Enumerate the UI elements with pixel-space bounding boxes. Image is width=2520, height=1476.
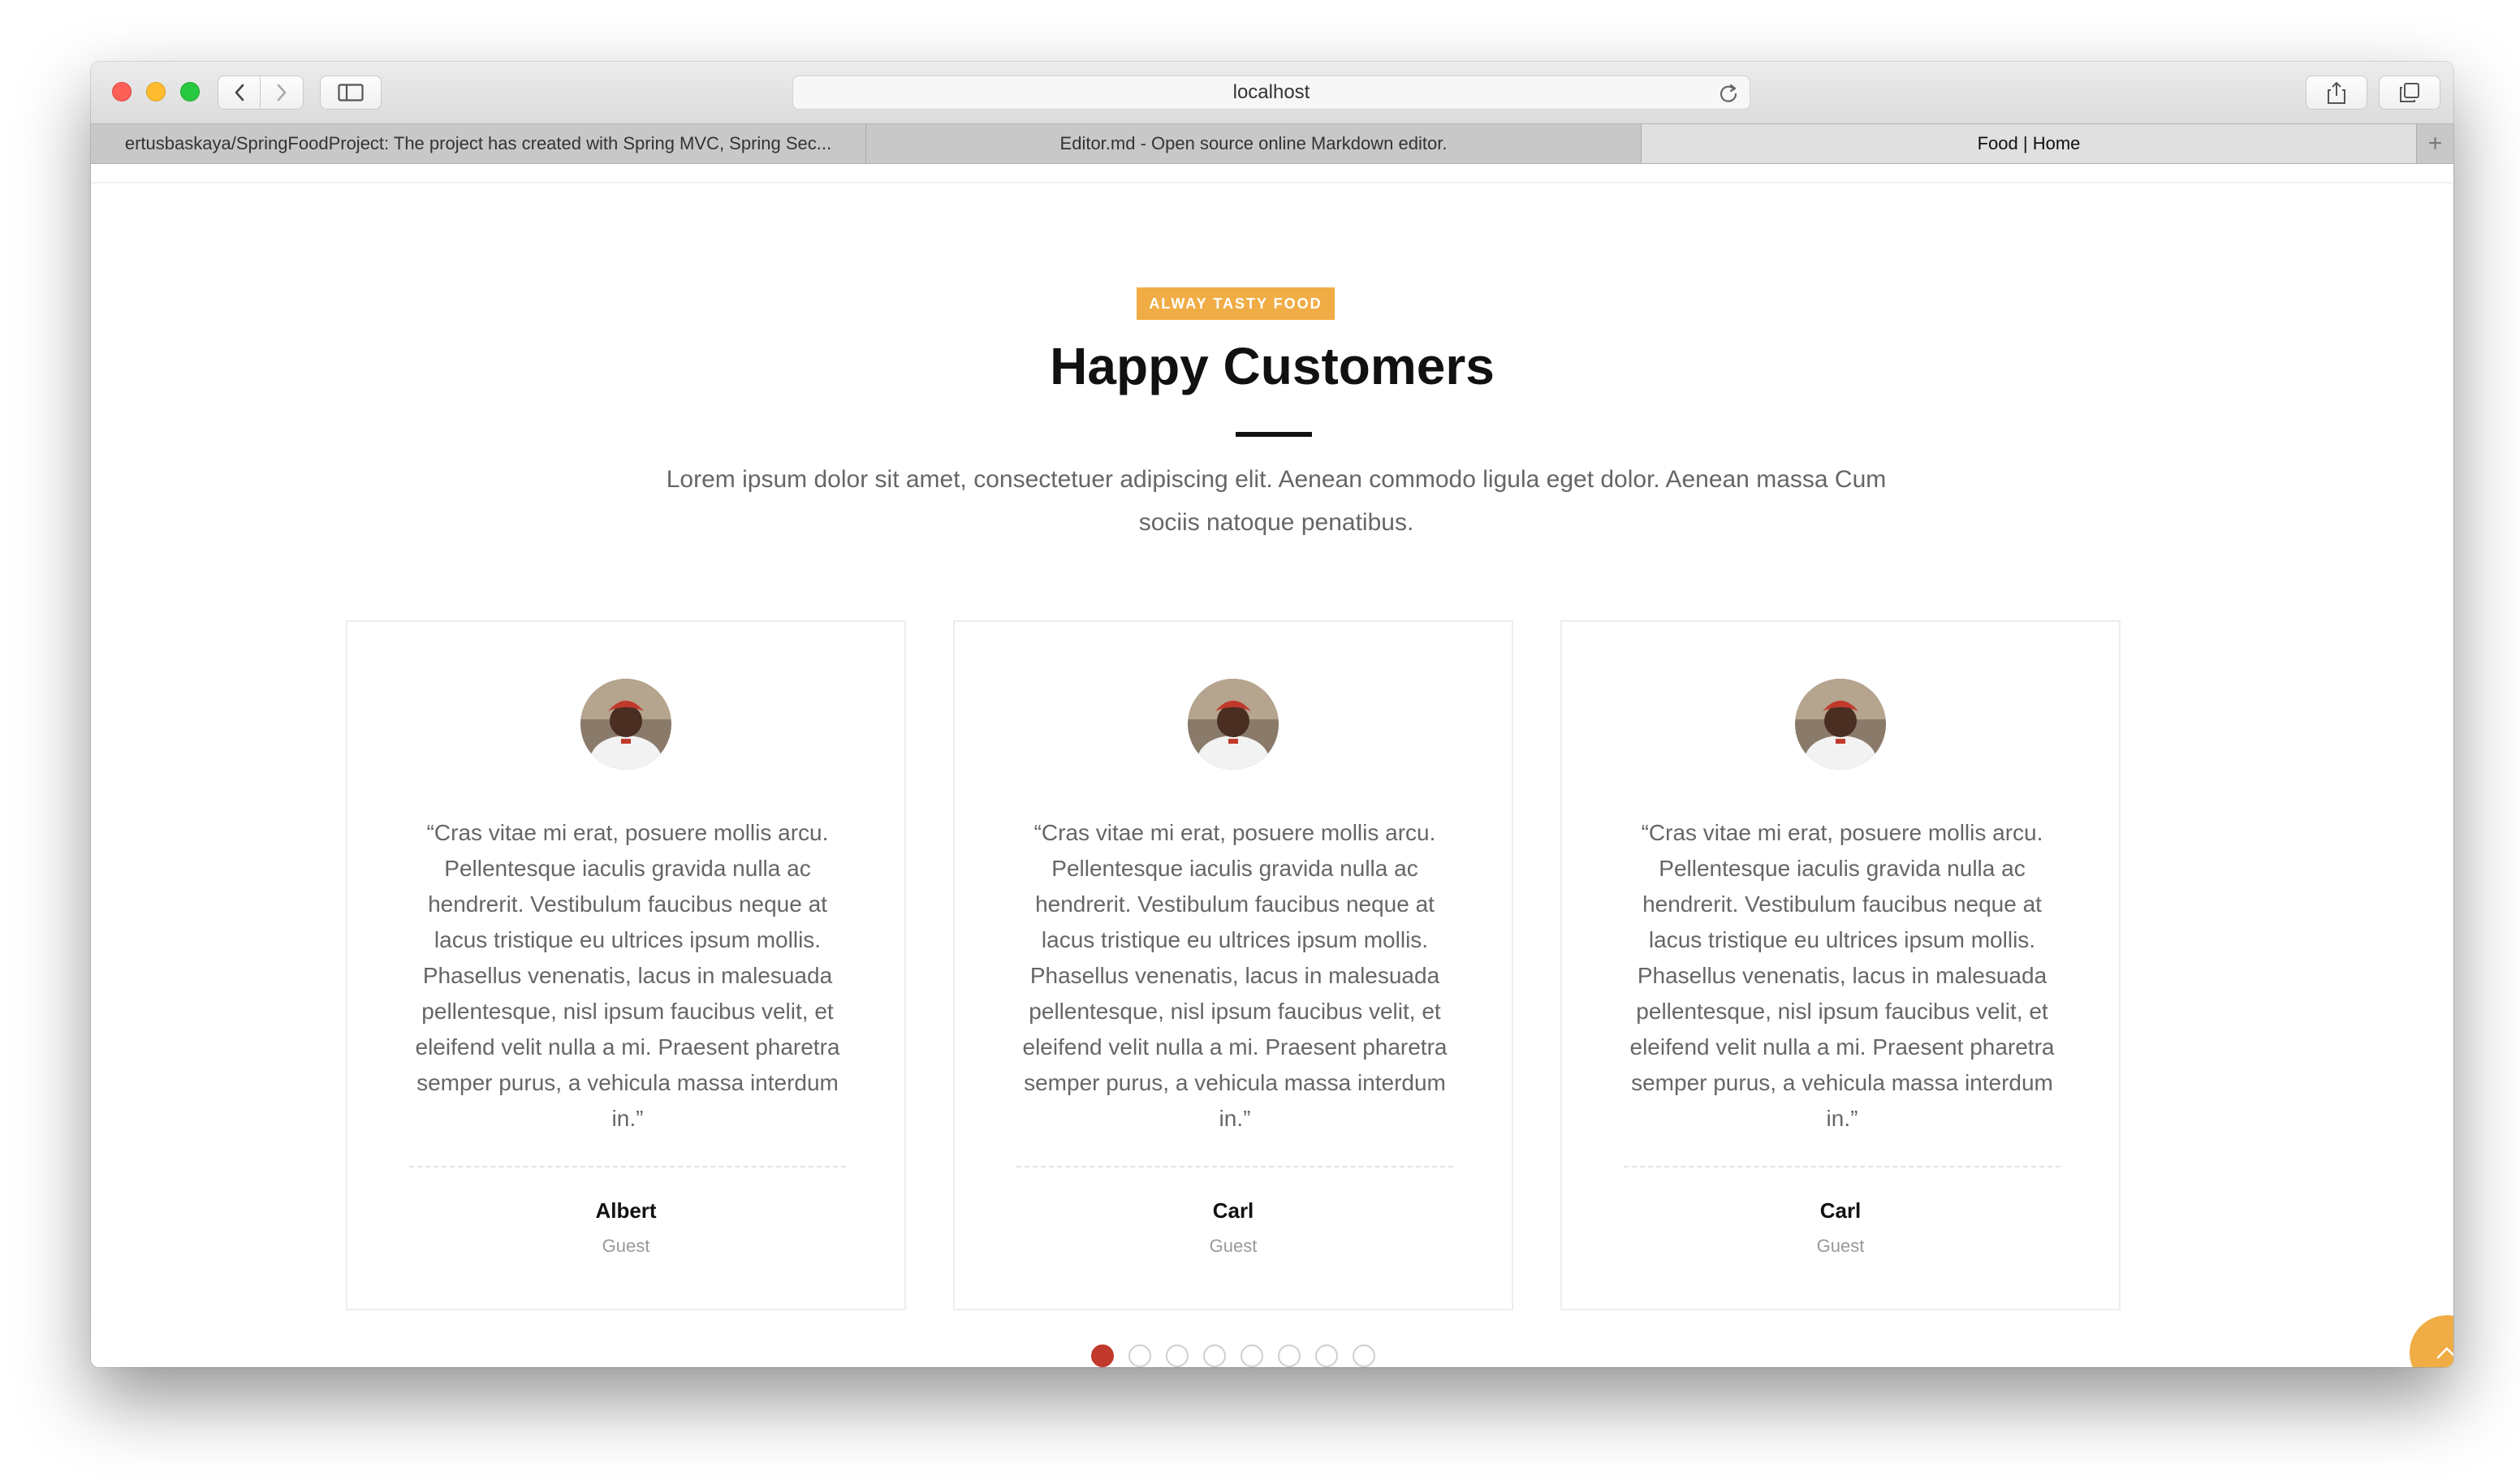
carousel-dot[interactable] [1128, 1344, 1151, 1367]
reload-icon[interactable] [1717, 82, 1740, 105]
tab-label: Editor.md - Open source online Markdown … [1059, 133, 1448, 153]
card-divider [1624, 1166, 2060, 1167]
new-tab-button[interactable]: + [2417, 124, 2453, 163]
new-tab-icon: + [2427, 130, 2443, 157]
title-underline [1236, 432, 1312, 437]
chevron-up-icon [2436, 1347, 2453, 1359]
customer-name: Carl [1212, 1198, 1254, 1223]
avatar [1188, 679, 1279, 770]
testimonial-quote: “Cras vitae mi erat, posuere mollis arcu… [1022, 820, 1448, 1131]
carousel-dot[interactable] [1315, 1344, 1338, 1367]
testimonial-quote: “Cras vitae mi erat, posuere mollis arcu… [1629, 820, 2055, 1131]
tab-bar: ertusbaskaya/SpringFoodProject: The proj… [91, 123, 2453, 164]
forward-button[interactable] [261, 76, 304, 110]
section-lead: Lorem ipsum dolor sit amet, consectetuer… [666, 466, 1887, 536]
browser-toolbar: localhost [91, 62, 2453, 123]
sidebar-icon [338, 84, 364, 101]
history-nav [218, 76, 304, 110]
page-content: ALWAY TASTY FOOD Happy Customers Lorem i… [91, 164, 2453, 1367]
tab-overview-button[interactable] [2379, 76, 2440, 110]
back-to-top-button[interactable] [2410, 1315, 2453, 1367]
minimize-window-button[interactable] [146, 82, 166, 101]
tab-label: Food | Home [1977, 133, 2081, 153]
tabs-overview-icon [2400, 83, 2419, 102]
carousel-pagination [1091, 1344, 1375, 1367]
back-icon [235, 84, 244, 101]
carousel-dot[interactable] [1203, 1344, 1226, 1367]
back-button[interactable] [218, 76, 261, 110]
customer-role: Guest [602, 1236, 650, 1256]
tab-food-home[interactable]: Food | Home [1642, 124, 2417, 163]
customer-name: Albert [595, 1198, 657, 1223]
header-divider [91, 182, 2453, 183]
carousel-dot[interactable] [1166, 1344, 1189, 1367]
testimonial-card: “Cras vitae mi erat, posuere mollis arcu… [346, 620, 906, 1310]
section-title: Happy Customers [1050, 337, 1495, 395]
testimonial-card: “Cras vitae mi erat, posuere mollis arcu… [953, 620, 1513, 1310]
address-text: localhost [1232, 81, 1310, 103]
customer-role: Guest [1209, 1236, 1258, 1256]
sidebar-toggle-button[interactable] [320, 76, 382, 110]
carousel-dot[interactable] [1278, 1344, 1301, 1367]
carousel-dot[interactable] [1241, 1344, 1263, 1367]
testimonial-quote: “Cras vitae mi erat, posuere mollis arcu… [415, 820, 840, 1131]
avatar [1795, 679, 1886, 770]
browser-window: localhost ertusbaskaya/SpringFoodProject… [91, 62, 2453, 1367]
zoom-window-button[interactable] [180, 82, 200, 101]
carousel-dot[interactable] [1091, 1344, 1114, 1367]
card-divider [409, 1166, 846, 1167]
testimonial-card: “Cras vitae mi erat, posuere mollis arcu… [1560, 620, 2121, 1310]
carousel-dot[interactable] [1353, 1344, 1375, 1367]
share-button[interactable] [2306, 76, 2367, 110]
tab-label: ertusbaskaya/SpringFoodProject: The proj… [124, 133, 832, 153]
customer-name: Carl [1819, 1198, 1862, 1223]
avatar [580, 679, 671, 770]
section-badge: ALWAY TASTY FOOD [1137, 287, 1335, 320]
forward-icon [277, 84, 287, 101]
tab-github[interactable]: ertusbaskaya/SpringFoodProject: The proj… [91, 124, 866, 163]
card-divider [1016, 1166, 1453, 1167]
customer-role: Guest [1816, 1236, 1865, 1256]
share-icon [2328, 81, 2345, 104]
close-window-button[interactable] [112, 82, 132, 101]
tab-editor[interactable]: Editor.md - Open source online Markdown … [866, 124, 1642, 163]
address-bar[interactable]: localhost [792, 76, 1750, 110]
